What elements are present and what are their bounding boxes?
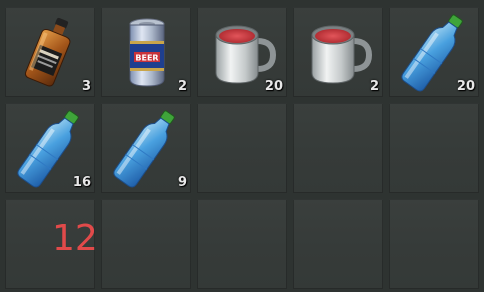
inventory-slot-4[interactable]: 2: [293, 7, 383, 97]
inventory-slot-13[interactable]: [197, 199, 287, 289]
item-count: 2: [177, 79, 187, 94]
item-count: 2: [369, 79, 379, 94]
inventory-slot-7[interactable]: 9: [101, 103, 191, 193]
item-count: 20: [456, 79, 475, 94]
inventory-slot-5[interactable]: 20: [389, 7, 479, 97]
inventory-slot-11[interactable]: [5, 199, 95, 289]
inventory-slot-15[interactable]: [389, 199, 479, 289]
inventory-slot-9[interactable]: [293, 103, 383, 193]
inventory-slot-6[interactable]: 16: [5, 103, 95, 193]
inventory-grid: 3 BEER 2 20 2 20 16 9 12: [0, 0, 484, 292]
inventory-slot-14[interactable]: [293, 199, 383, 289]
item-count: 9: [177, 175, 187, 190]
item-count: 20: [264, 79, 283, 94]
item-count: 3: [81, 79, 91, 94]
item-count: 16: [72, 175, 91, 190]
inventory-slot-8[interactable]: [197, 103, 287, 193]
inventory-slot-2[interactable]: BEER 2: [101, 7, 191, 97]
inventory-slot-3[interactable]: 20: [197, 7, 287, 97]
inventory-slot-12[interactable]: [101, 199, 191, 289]
inventory-slot-10[interactable]: [389, 103, 479, 193]
inventory-slot-1[interactable]: 3: [5, 7, 95, 97]
beer-label: BEER: [135, 54, 158, 63]
